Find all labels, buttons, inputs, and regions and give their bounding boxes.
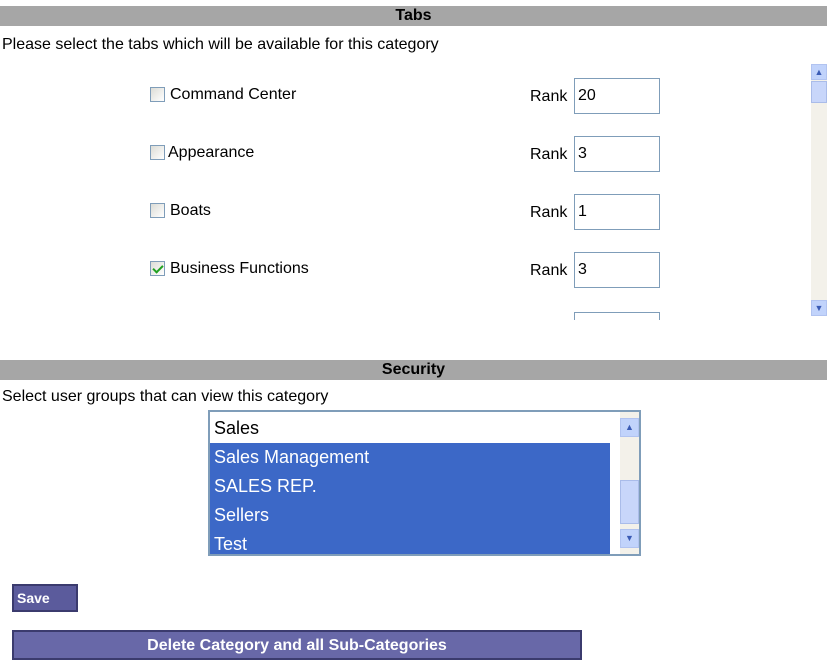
- scrollbar-thumb[interactable]: [811, 81, 827, 103]
- rank-input[interactable]: [574, 194, 660, 230]
- tabs-description: Please select the tabs which will be ava…: [2, 36, 439, 53]
- rank-input[interactable]: [574, 136, 660, 172]
- groups-scrollbar[interactable]: ▲ ▼: [620, 412, 639, 554]
- chevron-up-icon[interactable]: ▲: [811, 64, 827, 80]
- rank-label: Rank: [530, 146, 568, 163]
- chevron-up-icon[interactable]: ▲: [620, 418, 639, 437]
- tab-row-appearance: Appearance Rank: [150, 136, 690, 172]
- list-item[interactable]: Test: [210, 530, 610, 554]
- tab-row-partial: [150, 312, 690, 320]
- user-groups-listbox[interactable]: Sales Sales Management SALES REP. Seller…: [208, 410, 641, 556]
- delete-category-button[interactable]: Delete Category and all Sub-Categories: [12, 630, 582, 660]
- tab-row-business-functions: Business Functions Rank: [150, 252, 690, 288]
- tabs-scroll-area[interactable]: Command Center Rank Appearance Rank Boat…: [10, 60, 827, 320]
- security-section-title: Security: [0, 360, 827, 380]
- chevron-down-icon[interactable]: ▼: [620, 529, 639, 548]
- list-item[interactable]: Sales: [210, 414, 610, 443]
- rank-input[interactable]: [574, 312, 660, 320]
- chevron-down-icon[interactable]: ▼: [811, 300, 827, 316]
- rank-label: Rank: [530, 88, 568, 105]
- tab-checkbox[interactable]: [150, 203, 165, 218]
- tab-row-command-center: Command Center Rank: [150, 78, 690, 114]
- rank-label: Rank: [530, 204, 568, 221]
- list-item[interactable]: Sales Management: [210, 443, 610, 472]
- checkmark-icon[interactable]: [150, 261, 165, 276]
- tab-label: Command Center: [170, 86, 297, 103]
- scrollbar-thumb[interactable]: [620, 480, 639, 524]
- list-item[interactable]: Sellers: [210, 501, 610, 530]
- tabs-section-title: Tabs: [0, 6, 827, 26]
- rank-label: Rank: [530, 262, 568, 279]
- rank-input[interactable]: [574, 78, 660, 114]
- tab-row-boats: Boats Rank: [150, 194, 690, 230]
- tab-checkbox[interactable]: [150, 145, 165, 160]
- save-button[interactable]: Save: [12, 584, 78, 612]
- rank-input[interactable]: [574, 252, 660, 288]
- tab-checkbox[interactable]: [150, 87, 165, 102]
- tabs-scrollbar[interactable]: ▲ ▼: [811, 64, 827, 316]
- security-description: Select user groups that can view this ca…: [2, 388, 329, 405]
- list-item[interactable]: SALES REP.: [210, 472, 610, 501]
- tab-label: Business Functions: [170, 260, 309, 277]
- tab-label: Appearance: [168, 144, 255, 161]
- tab-label: Boats: [170, 202, 211, 219]
